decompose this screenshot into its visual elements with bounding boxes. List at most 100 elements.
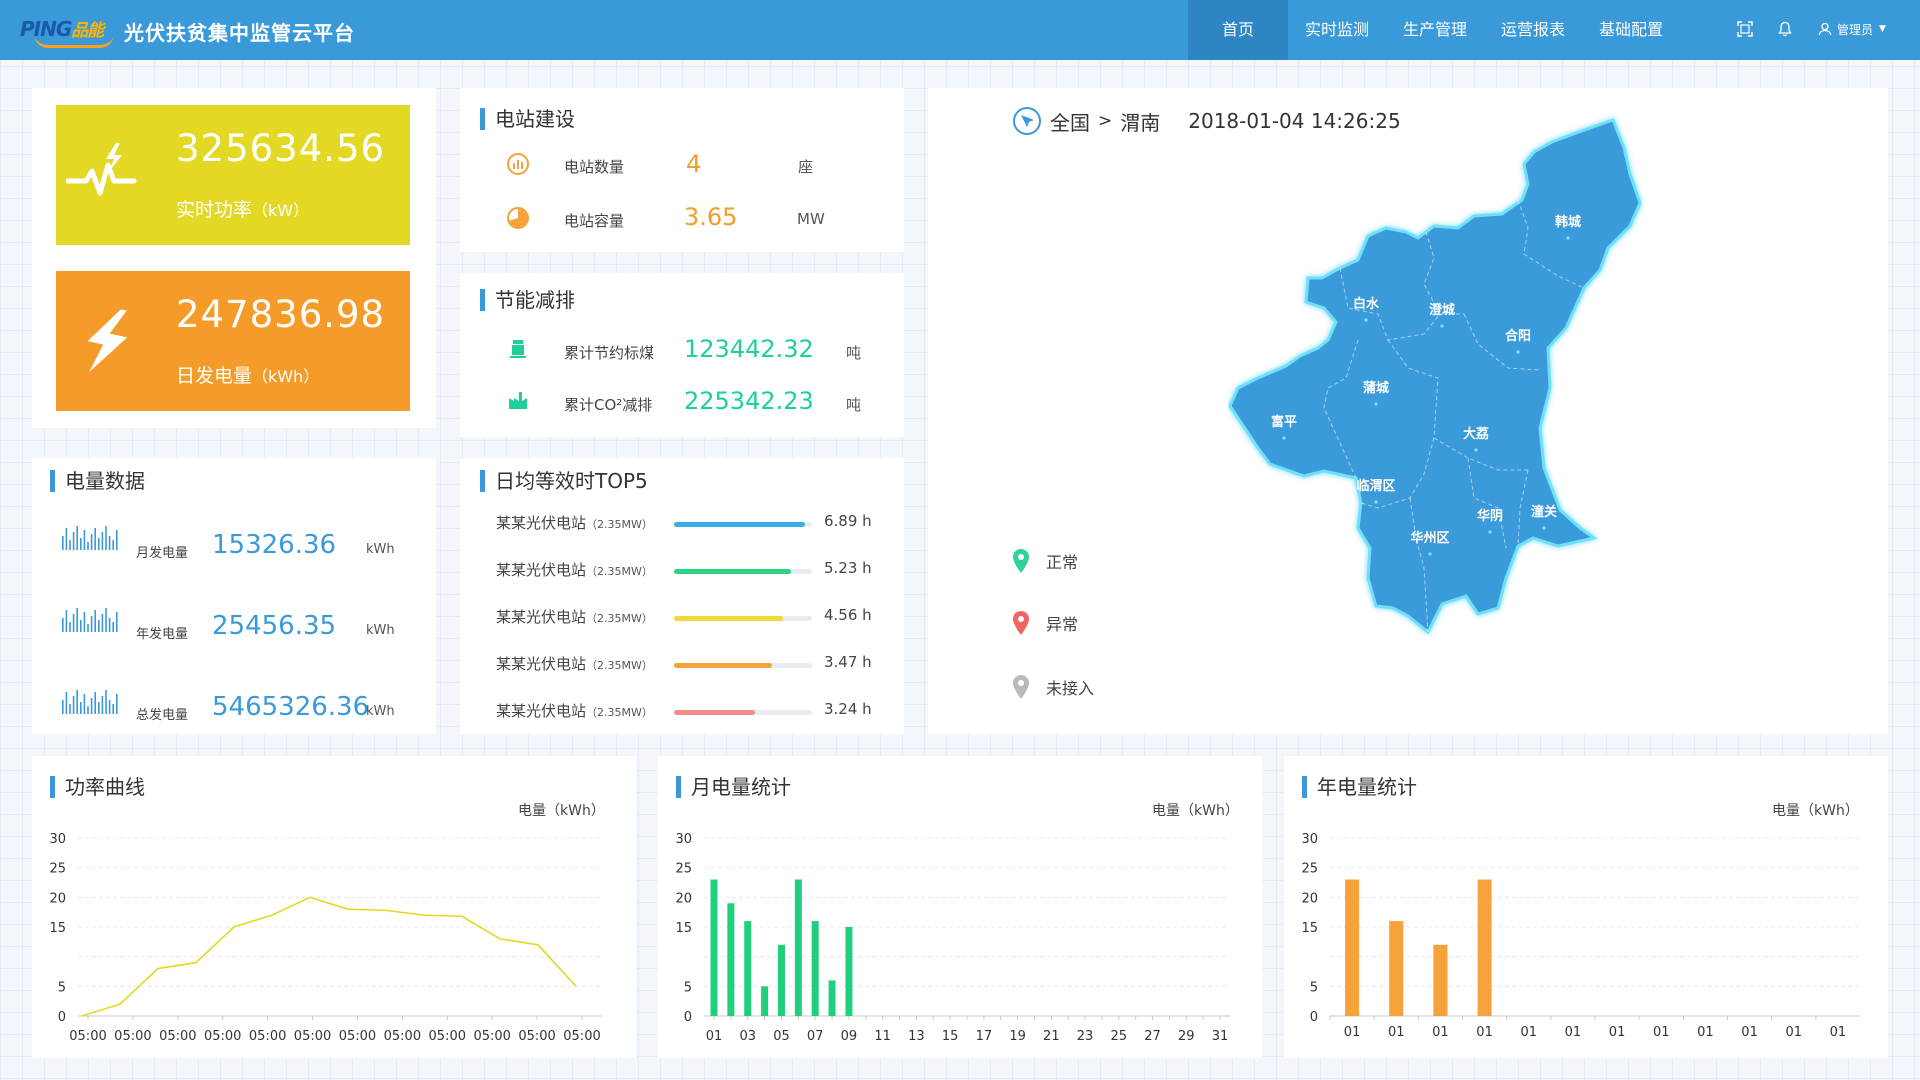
x-tick-label: 09	[841, 1029, 858, 1044]
x-tick-label: 25	[1111, 1029, 1128, 1044]
monthly-energy-chart[interactable]: 051520253001 03 05 07 09 11 13 15 17 19 21 23 25 27 29…	[658, 826, 1262, 1058]
pie-chart-icon	[507, 207, 529, 229]
y-tick-label: 30	[49, 832, 66, 847]
lightning-icon	[87, 309, 128, 373]
monthly-bar[interactable]	[777, 944, 785, 1016]
yearly-bar[interactable]	[1477, 879, 1492, 1016]
yearly-energy-value: 25456.35	[212, 611, 337, 641]
coal-saving-value: 123442.32	[684, 335, 814, 363]
top5-progress-fill	[674, 710, 756, 715]
x-tick-label: 01	[1697, 1025, 1714, 1040]
nav-item-home[interactable]: 首页	[1188, 0, 1289, 60]
map-pin-icon	[1013, 549, 1029, 573]
legend-abnormal[interactable]: 异常	[1012, 610, 1078, 636]
map-pin-icon	[1013, 675, 1029, 699]
fullscreen-icon[interactable]	[1734, 18, 1756, 40]
top5-station-name[interactable]: 某某光伏电站（2.35MW）	[496, 700, 653, 721]
crumb-root[interactable]: 全国	[1050, 107, 1090, 136]
nav-item-reports[interactable]: 运营报表	[1484, 0, 1582, 60]
map-region-label[interactable]: 华阴	[1477, 508, 1503, 524]
yearly-bar[interactable]	[1433, 944, 1448, 1016]
monthly-bar[interactable]	[845, 927, 853, 1016]
energy-panel-title: 电量数据	[50, 470, 145, 492]
map-region-label[interactable]: 蒲城	[1363, 380, 1389, 396]
x-tick-label: 01	[1609, 1025, 1626, 1040]
nav-item-realtime-monitor[interactable]: 实时监测	[1288, 0, 1386, 60]
map-region-label[interactable]: 白水	[1353, 296, 1380, 312]
monthly-bar[interactable]	[828, 980, 836, 1016]
x-tick-label: 31	[1212, 1029, 1229, 1044]
yearly-energy-unit: kWh	[366, 623, 395, 638]
map-region-dot	[1440, 324, 1444, 328]
map-panel: 全国 > 渭南 2018-01-04 14:26:25 正常 异常 未接入 韩城…	[928, 88, 1888, 734]
brand-logo[interactable]: PING品能	[20, 14, 130, 48]
bell-icon[interactable]	[1774, 18, 1796, 40]
map-region-dot	[1566, 236, 1570, 240]
top5-station-name[interactable]: 某某光伏电站（2.35MW）	[496, 512, 653, 533]
bar-chart-circle-icon	[507, 153, 529, 175]
map-region-label[interactable]: 大荔	[1463, 426, 1489, 442]
power-curve-panel: 功率曲线 电量（kWh） 0 5 15 20 25 30 05:00 05:00 05:00 05…	[32, 756, 636, 1058]
x-tick-label: 07	[807, 1029, 824, 1044]
station-capacity-unit: MW	[797, 210, 825, 228]
y-tick-label: 20	[675, 891, 692, 906]
region-map[interactable]: 韩城白水 澄城合阳蒲城富平大荔临渭区华阴 潼关华州区	[1228, 108, 1648, 708]
monthly-bar[interactable]	[727, 903, 735, 1016]
x-tick-label: 11	[874, 1029, 891, 1044]
x-tick-label: 01	[1653, 1025, 1670, 1040]
x-tick-label: 13	[908, 1029, 925, 1044]
daily-energy-card[interactable]: 247836.98 日发电量（kWh）	[56, 271, 410, 411]
top5-value: 5.23 h	[824, 559, 872, 577]
power-curve-title: 功率曲线	[50, 776, 145, 798]
x-tick-label: 01	[1565, 1025, 1582, 1040]
map-region-label[interactable]: 华州区	[1410, 530, 1449, 546]
yearly-energy-panel: 年电量统计 电量（kWh） 0 5 15 20 25 30 01 01 01 01 01 01 01 01…	[1284, 756, 1888, 1058]
yearly-bar[interactable]	[1389, 921, 1404, 1016]
top5-station-name[interactable]: 某某光伏电站（2.35MW）	[496, 606, 653, 627]
top5-progress-bar	[674, 569, 812, 574]
legend-normal[interactable]: 正常	[1012, 548, 1078, 574]
bar-graph-icon	[62, 526, 118, 550]
crumb-region[interactable]: 渭南	[1120, 107, 1160, 136]
top5-station-name[interactable]: 某某光伏电站（2.35MW）	[496, 653, 653, 674]
y-tick-label: 25	[49, 862, 66, 877]
app-title: 光伏扶贫集中监管云平台	[124, 21, 355, 45]
monthly-bar[interactable]	[794, 879, 802, 1016]
map-region-label[interactable]: 富平	[1271, 414, 1297, 430]
realtime-power-card[interactable]: 325634.56 实时功率（kW）	[56, 105, 410, 245]
top5-progress-fill	[674, 569, 792, 574]
y-tick-label: 20	[49, 891, 66, 906]
yearly-bar[interactable]	[1345, 879, 1360, 1016]
user-menu[interactable]: 管理员 ▼	[1818, 21, 1886, 38]
map-region-label[interactable]: 韩城	[1555, 214, 1581, 230]
top5-station-name[interactable]: 某某光伏电站（2.35MW）	[496, 559, 653, 580]
x-tick-label: 05:00	[563, 1029, 600, 1044]
top5-value: 4.56 h	[824, 606, 872, 624]
station-count-label: 电站数量	[564, 158, 625, 176]
x-tick-label: 05:00	[159, 1029, 196, 1044]
map-region-label[interactable]: 合阳	[1505, 328, 1531, 344]
x-tick-label: 01	[1785, 1025, 1802, 1040]
user-icon	[1818, 22, 1832, 36]
monthly-bar[interactable]	[811, 921, 819, 1016]
realtime-power-label: 实时功率（kW）	[176, 199, 310, 221]
legend-not-connected[interactable]: 未接入	[1012, 674, 1094, 700]
co2-reduction-unit: 吨	[846, 396, 862, 414]
map-region-label[interactable]: 临渭区	[1356, 478, 1395, 494]
monthly-bar[interactable]	[761, 986, 769, 1016]
map-region-label[interactable]: 澄城	[1429, 302, 1455, 318]
nav-item-production[interactable]: 生产管理	[1386, 0, 1484, 60]
top5-progress-bar	[674, 710, 812, 715]
nav-item-config[interactable]: 基础配置	[1582, 0, 1680, 60]
x-tick-label: 05:00	[69, 1029, 106, 1044]
yearly-energy-chart[interactable]: 0 5 15 20 25 30 01 01 01 01 01 01 01 01 01 01 01 01	[1284, 826, 1888, 1058]
monthly-bar[interactable]	[710, 879, 718, 1016]
x-tick-label: 05:00	[294, 1029, 331, 1044]
power-curve-chart[interactable]: 0 5 15 20 25 30 05:00 05:00 05:00 05:00 05:00 05:00…	[32, 826, 636, 1058]
y-tick-label: 25	[675, 862, 692, 877]
map-region-label[interactable]: 潼关	[1531, 504, 1557, 520]
saving-panel: 节能减排 累计节约标煤 123442.32 吨 累计CO²减排 225342.2…	[460, 273, 904, 437]
daily-energy-label: 日发电量（kWh）	[176, 365, 320, 387]
top-bar: PING品能 光伏扶贫集中监管云平台 首页 实时监测 生产管理 运营报表 基础配…	[0, 0, 1920, 60]
monthly-bar[interactable]	[744, 921, 752, 1016]
